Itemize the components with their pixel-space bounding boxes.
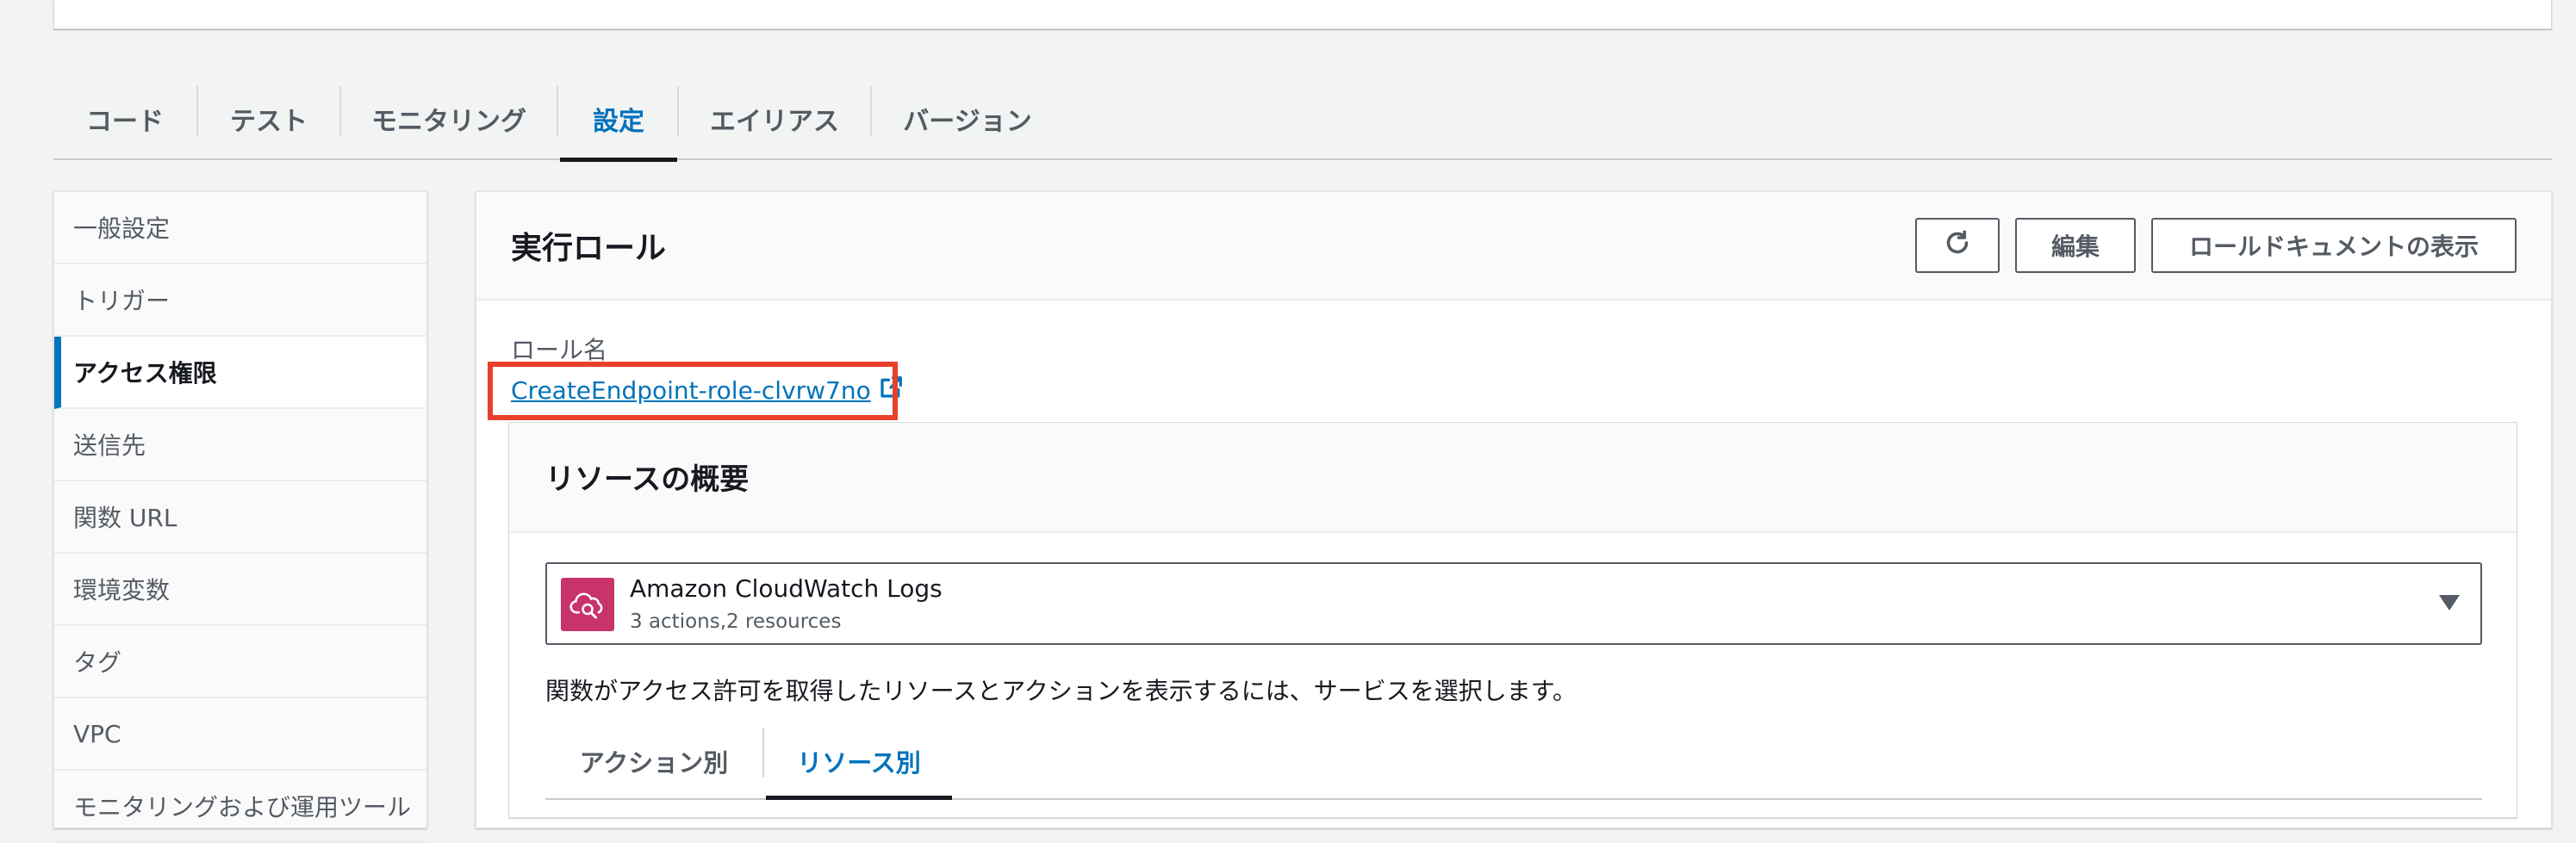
sidebar-item-permissions[interactable]: アクセス権限	[54, 337, 426, 409]
view-role-document-button[interactable]: ロールドキュメントの表示	[2151, 218, 2517, 273]
tab-monitoring[interactable]: モニタリング	[341, 77, 557, 160]
sidebar-item-triggers[interactable]: トリガー	[54, 264, 426, 337]
service-select[interactable]: Amazon CloudWatch Logs 3 actions,2 resou…	[545, 562, 2482, 645]
tab-aliases[interactable]: エイリアス	[679, 77, 870, 160]
resource-summary-card: リソースの概要 Amazon CloudWatch Logs 3 actions…	[508, 422, 2517, 818]
sidebar-item-monitoring-tools[interactable]: モニタリングおよび運用ツール	[54, 771, 426, 843]
service-summary: 3 actions,2 resources	[630, 611, 842, 633]
resource-summary-header: リソースの概要	[509, 423, 2517, 533]
service-name: Amazon CloudWatch Logs	[630, 574, 943, 603]
panel-header: 実行ロール 編集 ロールドキュメントの表示	[476, 192, 2551, 301]
refresh-button[interactable]	[1915, 218, 2000, 273]
function-tabs: コード テスト モニタリング 設定 エイリアス バージョン	[53, 77, 2552, 162]
resource-subtabs: アクション別 リソース別	[545, 724, 2482, 800]
tab-by-action[interactable]: アクション別	[545, 724, 762, 798]
role-link-highlight	[488, 362, 898, 420]
tab-settings[interactable]: 設定	[560, 77, 677, 162]
tab-separator	[762, 728, 764, 778]
tab-versions[interactable]: バージョン	[872, 77, 1063, 160]
resource-summary-title: リソースの概要	[545, 462, 750, 497]
resource-description: 関数がアクセス許可を取得したリソースとアクションを表示するには、サービスを選択し…	[545, 677, 1577, 705]
sidebar-item-env-vars[interactable]: 環境変数	[54, 554, 426, 626]
refresh-icon	[1942, 227, 1973, 264]
sidebar-item-destinations[interactable]: 送信先	[54, 409, 426, 481]
sidebar-item-vpc[interactable]: VPC	[54, 698, 426, 771]
edit-button[interactable]: 編集	[2015, 218, 2136, 273]
caret-down-icon	[2439, 595, 2460, 611]
sidebar-item-function-url[interactable]: 関数 URL	[54, 481, 426, 554]
role-name-label: ロール名	[511, 336, 608, 364]
tab-separator	[557, 86, 558, 136]
cloudwatch-logs-icon	[561, 578, 614, 631]
tab-by-resource[interactable]: リソース別	[766, 724, 952, 800]
top-panel	[53, 0, 2552, 29]
tab-code[interactable]: コード	[53, 77, 196, 160]
page-title: 実行ロール	[511, 231, 667, 266]
sidebar-item-tags[interactable]: タグ	[54, 626, 426, 698]
tab-test[interactable]: テスト	[198, 77, 339, 160]
sidebar-item-general[interactable]: 一般設定	[54, 192, 426, 264]
settings-sidenav: 一般設定 トリガー アクセス権限 送信先 関数 URL 環境変数 タグ VPC …	[53, 191, 427, 843]
